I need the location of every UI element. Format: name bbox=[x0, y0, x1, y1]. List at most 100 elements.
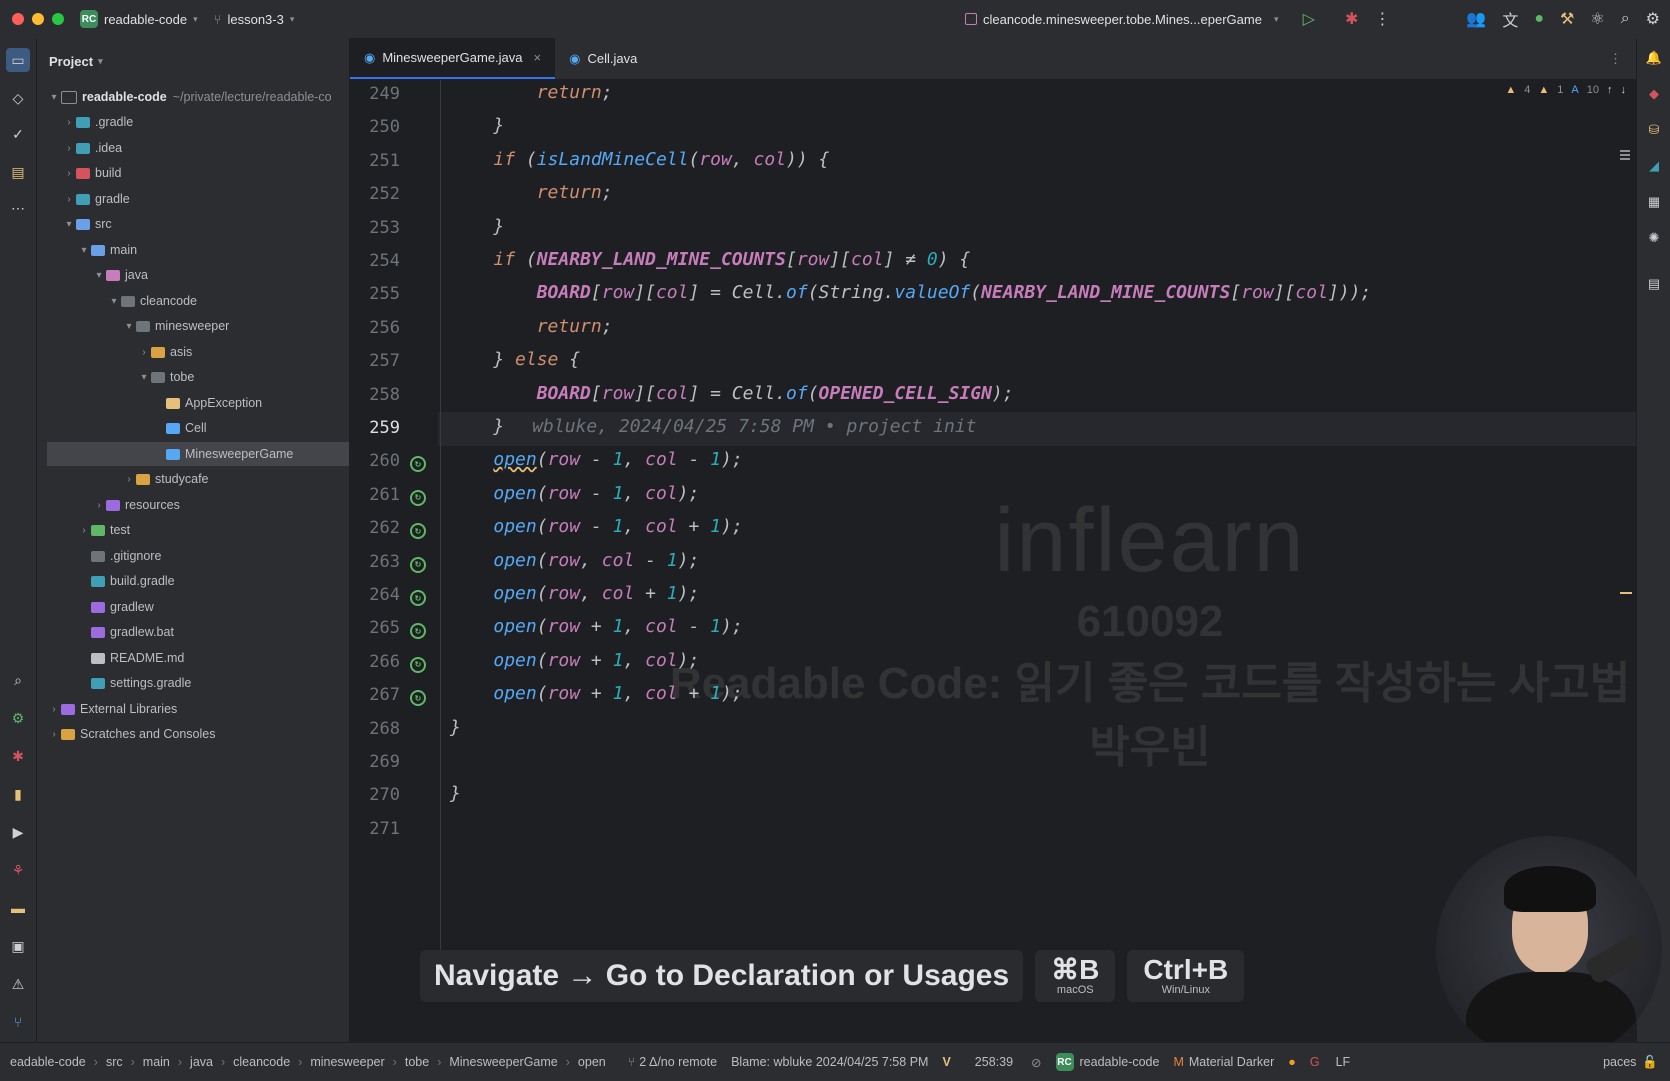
breadcrumb-item[interactable]: src bbox=[106, 1055, 123, 1069]
tree-item-src[interactable]: ▾ src bbox=[62, 212, 349, 236]
code-line[interactable]: } bbox=[450, 115, 504, 136]
minimize-window-button[interactable] bbox=[32, 13, 44, 25]
caret-position[interactable]: 258:39 bbox=[975, 1055, 1013, 1069]
chevron-right-icon[interactable]: › bbox=[62, 168, 76, 179]
code-line[interactable]: if (NEARBY_LAND_MINE_COUNTS[row][col] ≠ … bbox=[450, 249, 970, 270]
chevron-right-icon[interactable]: › bbox=[122, 474, 136, 485]
debug-icon[interactable]: ✱ bbox=[1345, 9, 1358, 29]
code-with-me-icon[interactable]: 👥 bbox=[1466, 9, 1486, 29]
chevron-down-icon[interactable]: ▾ bbox=[137, 372, 151, 383]
recursive-call-icon[interactable]: ↻ bbox=[410, 523, 426, 540]
terminal-icon[interactable]: ▣ bbox=[6, 934, 30, 958]
recursive-call-icon[interactable]: ↻ bbox=[410, 556, 426, 573]
database-icon[interactable]: ⛁ bbox=[1644, 120, 1664, 140]
code-line[interactable]: return; bbox=[450, 182, 613, 203]
tree-item-build[interactable]: › build bbox=[62, 161, 349, 185]
code-line[interactable]: open(row + 1, col - 1); bbox=[450, 616, 742, 637]
recursive-call-icon[interactable]: ↻ bbox=[410, 489, 426, 506]
tree-item-gitignore[interactable]: .gitignore bbox=[77, 544, 349, 568]
code-line[interactable]: } bbox=[450, 216, 504, 237]
more-actions-icon[interactable]: ⋮ bbox=[1374, 9, 1390, 29]
chevron-right-icon[interactable]: › bbox=[77, 525, 91, 536]
recursive-call-icon[interactable]: ↻ bbox=[410, 623, 426, 640]
build-icon[interactable]: ⚒ bbox=[1560, 9, 1574, 29]
code-line[interactable]: open(row - 1, col + 1); bbox=[450, 516, 742, 537]
code-line[interactable]: BOARD[row][col] = Cell.of(OPENED_CELL_SI… bbox=[450, 383, 1014, 404]
tree-item-cell[interactable]: Cell bbox=[152, 416, 349, 440]
pull-requests-icon[interactable]: ✓ bbox=[6, 122, 30, 146]
chevron-down-icon[interactable]: ▾ bbox=[62, 219, 76, 230]
vcs-status[interactable]: 2 Δ/no remote bbox=[639, 1055, 717, 1069]
ai-assistant-icon[interactable]: ● bbox=[1534, 10, 1544, 28]
chevron-right-icon[interactable]: › bbox=[92, 500, 106, 511]
vim-icon[interactable]: V bbox=[942, 1055, 950, 1069]
table-icon[interactable]: ▦ bbox=[1644, 192, 1664, 212]
documentation-icon[interactable]: ▤ bbox=[1644, 274, 1664, 294]
project-panel-header[interactable]: Project ▾ bbox=[37, 38, 349, 84]
chevron-right-icon[interactable]: › bbox=[47, 704, 61, 715]
theme-name[interactable]: Material Darker bbox=[1189, 1055, 1274, 1069]
tab-minesweepergame-java[interactable]: ◉ MinesweeperGame.java × bbox=[350, 38, 556, 79]
code-line[interactable]: } wbluke, 2024/04/25 7:58 PM • project in… bbox=[450, 416, 976, 437]
arrow-up-icon[interactable]: ↑ bbox=[1607, 84, 1613, 96]
run-tool-icon[interactable]: ▶ bbox=[6, 820, 30, 844]
tree-item-asis[interactable]: › asis bbox=[137, 340, 349, 364]
chevron-down-icon[interactable]: ▾ bbox=[77, 245, 91, 256]
tree-item-appexception[interactable]: AppException bbox=[152, 391, 349, 415]
more-tools-icon[interactable]: ⋯ bbox=[6, 196, 30, 220]
ai-icon[interactable]: ✺ bbox=[1644, 228, 1664, 248]
tree-item-cleancode[interactable]: ▾ cleancode bbox=[107, 289, 349, 313]
tree-item-gradlew[interactable]: gradlew bbox=[77, 595, 349, 619]
project-tool-icon[interactable]: ▭ bbox=[6, 48, 30, 72]
tab-options-icon[interactable]: ⋮ bbox=[1609, 38, 1622, 79]
services-tool-icon[interactable]: ⚙ bbox=[6, 706, 30, 730]
blame-status[interactable]: Blame: wbluke 2024/04/25 7:58 PM bbox=[731, 1055, 928, 1069]
tree-root-readable-code[interactable]: ▾ readable-code ~/private/lecture/readab… bbox=[47, 85, 337, 109]
git-branch-icon[interactable]: ⑂ bbox=[6, 1010, 30, 1034]
code-line[interactable]: } else { bbox=[450, 349, 580, 370]
code-line[interactable]: open(row, col - 1); bbox=[450, 550, 699, 571]
close-window-button[interactable] bbox=[12, 13, 24, 25]
lock-icon[interactable]: 🔓 bbox=[1642, 1055, 1658, 1070]
code-line[interactable]: open(row, col + 1); bbox=[450, 583, 699, 604]
branch-widget[interactable]: ⑂ lesson3-3 ▾ bbox=[214, 12, 295, 27]
status-orange-dot-icon[interactable]: ● bbox=[1288, 1055, 1296, 1069]
code-line[interactable]: if (isLandMineCell(row, col)) { bbox=[450, 149, 829, 170]
tree-item-resources[interactable]: › resources bbox=[92, 493, 349, 517]
tab-cell-java[interactable]: ◉ Cell.java bbox=[555, 38, 651, 79]
code-line[interactable]: BOARD[row][col] = Cell.of(String.valueOf… bbox=[450, 282, 1372, 303]
translate-icon[interactable]: 文 bbox=[1502, 7, 1518, 31]
tree-item-external-libraries[interactable]: › External Libraries bbox=[47, 697, 337, 721]
chevron-right-icon[interactable]: › bbox=[62, 117, 76, 128]
inspection-widget[interactable]: ▲ 4 ▲ 1 A 10 ↑ ↓ bbox=[1505, 84, 1626, 96]
code-line[interactable]: return; bbox=[450, 82, 613, 103]
indent-setting[interactable]: paces bbox=[1603, 1055, 1636, 1069]
breadcrumb-item[interactable]: eadable-code bbox=[10, 1055, 86, 1069]
run-config-selector[interactable]: cleancode.minesweeper.tobe.Mines...eperG… bbox=[965, 12, 1278, 27]
arrow-down-icon[interactable]: ↓ bbox=[1621, 84, 1627, 96]
tree-item-main[interactable]: ▾ main bbox=[77, 238, 349, 262]
code-line[interactable]: open(row + 1, col + 1); bbox=[450, 683, 742, 704]
tree-item-test[interactable]: › test bbox=[77, 518, 349, 542]
breadcrumb-item[interactable]: main bbox=[143, 1055, 170, 1069]
chevron-down-icon[interactable]: ▾ bbox=[107, 296, 121, 307]
breadcrumb-item[interactable]: open bbox=[578, 1055, 606, 1069]
tree-item-build-gradle[interactable]: build.gradle bbox=[77, 569, 349, 593]
line-separator[interactable]: LF bbox=[1336, 1055, 1351, 1069]
chevron-right-icon[interactable]: › bbox=[47, 729, 61, 740]
gradle-icon[interactable]: ◢ bbox=[1644, 156, 1664, 176]
code-line[interactable]: } bbox=[450, 783, 461, 804]
chevron-right-icon[interactable]: › bbox=[137, 347, 151, 358]
tree-item-java[interactable]: ▾ java bbox=[92, 263, 349, 287]
tree-item-minesweepergame[interactable]: MinesweeperGame bbox=[47, 442, 349, 466]
structure-tool-icon[interactable]: ▤ bbox=[6, 160, 30, 184]
code-editor[interactable]: ▲ 4 ▲ 1 A 10 ↑ ↓ 249 return; 250 } 251 if (is… bbox=[350, 80, 1636, 1042]
tree-item-settings-gradle[interactable]: settings.gradle bbox=[77, 671, 349, 695]
breadcrumb-item[interactable]: minesweeper bbox=[310, 1055, 384, 1069]
chevron-down-icon[interactable]: ▾ bbox=[92, 270, 106, 281]
chevron-right-icon[interactable]: › bbox=[62, 194, 76, 205]
recursive-call-icon[interactable]: ↻ bbox=[410, 590, 426, 606]
plugin-pink-icon[interactable]: ◆ bbox=[1644, 84, 1664, 104]
google-icon[interactable]: G bbox=[1310, 1055, 1320, 1069]
zoom-window-button[interactable] bbox=[52, 13, 64, 25]
